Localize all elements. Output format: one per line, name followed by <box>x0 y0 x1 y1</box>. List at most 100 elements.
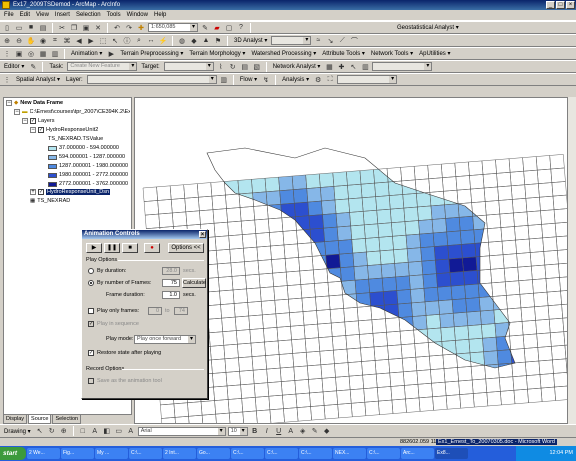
toc-layers-group[interactable]: − ✓ Layers <box>22 118 55 124</box>
legend-item[interactable]: 594.000001 - 1287.000000 <box>48 154 125 160</box>
stop-button[interactable]: ■ <box>122 243 138 253</box>
histogram-icon[interactable]: ▥ <box>219 75 229 85</box>
menu-help[interactable]: Help <box>154 12 166 18</box>
editor-menu[interactable]: Editor ▾ <box>2 63 26 70</box>
drawing-menu[interactable]: Drawing ▾ <box>2 428 33 435</box>
geostatistical-analyst-menu[interactable]: Geostatistical Analyst ▾ <box>395 24 461 31</box>
select-arrow-icon[interactable]: ↖ <box>35 426 45 436</box>
font-color-icon[interactable]: A <box>126 426 136 436</box>
italic-button[interactable]: I <box>262 426 272 436</box>
sketch-tool-icon[interactable]: ✎ <box>28 62 38 72</box>
attributes-icon[interactable]: ▤ <box>240 62 250 72</box>
table-icon[interactable]: ▦ <box>38 49 48 59</box>
task-combo[interactable]: Create New Feature <box>67 62 138 71</box>
underline-button[interactable]: U <box>274 426 284 436</box>
selected-layer-checkbox[interactable]: ✓ <box>38 189 44 195</box>
scene-icon[interactable]: ▲ <box>201 36 211 46</box>
bold-button[interactable]: B <box>250 426 260 436</box>
flow-menu[interactable]: Flow ▾ <box>238 76 259 83</box>
analysis-icon-2[interactable]: ⛶ <box>325 75 335 85</box>
taskbar-button[interactable]: 2 Int... <box>163 448 196 459</box>
tab-selection[interactable]: Selection <box>52 415 82 424</box>
tab-display[interactable]: Display <box>3 415 28 424</box>
animation-controls-icon[interactable]: ▶ <box>106 49 116 59</box>
font-combo[interactable]: Arial <box>137 426 226 436</box>
restore-state-checkbox[interactable]: ✓ <box>88 350 94 356</box>
create-location-icon[interactable]: ✚ <box>336 62 346 72</box>
taskbar-button[interactable]: C:\... <box>299 448 332 459</box>
analysis-menu[interactable]: Analysis ▾ <box>280 76 311 83</box>
menu-tools[interactable]: Tools <box>107 12 121 18</box>
rotate-element-icon[interactable]: ↻ <box>47 426 57 436</box>
animation-menu[interactable]: Animation ▾ <box>69 50 104 57</box>
menu-edit[interactable]: Edit <box>20 12 30 18</box>
full-extent-icon[interactable]: ◉ <box>38 36 48 46</box>
layer-icon[interactable]: ◆ <box>189 36 199 46</box>
toc-raster-layer[interactable]: − ✓ HydroResponseUnit2 <box>30 127 98 133</box>
arctoolbox-icon[interactable]: ▰ <box>212 23 222 33</box>
taskbar-button[interactable]: C:\... <box>129 448 162 459</box>
contour-icon[interactable]: ≈ <box>313 36 323 46</box>
3d-analyst-menu[interactable]: 3D Analyst ▾ <box>232 37 269 44</box>
toc-data-frame[interactable]: − ◆ New Data Frame <box>6 100 63 106</box>
record-button[interactable]: ● <box>144 243 160 253</box>
redo-icon[interactable]: ↷ <box>124 23 134 33</box>
target-combo[interactable] <box>163 62 214 71</box>
taskbar-button[interactable]: C:\... <box>231 448 264 459</box>
watershed-processing-menu[interactable]: Watershed Processing ▾ <box>249 50 318 57</box>
flag-icon[interactable]: ⚑ <box>213 36 223 46</box>
play-only-checkbox[interactable] <box>88 308 94 314</box>
taskbar-button[interactable]: Go... <box>197 448 230 459</box>
taskbar-button[interactable]: My ... <box>95 448 128 459</box>
minimize-button[interactable]: _ <box>546 1 555 9</box>
network-layer-combo[interactable] <box>372 62 433 71</box>
fixed-zoom-in-icon[interactable]: ⌗ <box>50 36 60 46</box>
font-size-combo[interactable]: 10 <box>227 426 248 436</box>
cut-icon[interactable]: ✂ <box>57 23 67 33</box>
rotate-icon[interactable]: ↻ <box>228 62 238 72</box>
loop-checkbox[interactable]: ✓ <box>88 321 94 327</box>
split-icon[interactable]: ⌇ <box>216 62 226 72</box>
terrain-preprocessing-menu[interactable]: Terrain Preprocessing ▾ <box>118 50 185 57</box>
network-window-icon[interactable]: ▦ <box>324 62 334 72</box>
tab-source[interactable]: Source <box>28 415 52 424</box>
solve-icon[interactable]: ▥ <box>360 62 370 72</box>
toc-selected-layer[interactable]: + ✓ HydroResponseUnit_Dsn <box>30 189 111 195</box>
taskbar-button[interactable]: Ex8... <box>435 448 468 459</box>
fixed-zoom-out-icon[interactable]: ⌘ <box>62 36 72 46</box>
globe-icon[interactable]: ◍ <box>177 36 187 46</box>
forward-icon[interactable]: ▶ <box>86 36 96 46</box>
find-icon[interactable]: ⌕ <box>134 36 144 46</box>
play-only-from-field[interactable]: 0 <box>148 307 162 315</box>
profile-icon[interactable]: ⌒ <box>349 36 359 46</box>
help-icon[interactable]: ? <box>236 23 246 33</box>
legend-item[interactable]: 2772.000001 - 3762.000000 <box>48 181 128 187</box>
start-button[interactable]: start <box>0 447 26 460</box>
font-color-swatch-icon[interactable]: A <box>286 426 296 436</box>
toc-table[interactable]: ▦ TS_NEXRAD <box>30 198 70 204</box>
options-button[interactable]: Options << <box>168 243 204 253</box>
scale-combo[interactable]: 1:650,085 <box>148 23 198 32</box>
command-line-icon[interactable]: ▢ <box>224 23 234 33</box>
play-button[interactable]: ▶ <box>86 243 102 253</box>
play-only-to-field[interactable]: 74 <box>174 307 188 315</box>
frame-duration-field[interactable]: 1.0 <box>162 291 180 299</box>
pan-icon[interactable]: ✋ <box>26 36 36 46</box>
hyperlink-icon[interactable]: ⚡ <box>158 36 168 46</box>
network-analyst-menu[interactable]: Network Analyst ▾ <box>271 63 323 70</box>
analysis-layer-combo[interactable] <box>337 75 398 84</box>
play-mode-select[interactable]: Play once forward <box>134 335 196 344</box>
select-elements-icon[interactable]: ↖ <box>110 36 120 46</box>
select-location-icon[interactable]: ↖ <box>348 62 358 72</box>
aputilities-menu[interactable]: ApUtilities ▾ <box>417 50 452 57</box>
open-icon[interactable]: ▭ <box>14 23 24 33</box>
marker-swatch-icon[interactable]: ◆ <box>322 426 332 436</box>
sketch-properties-icon[interactable]: ▧ <box>252 62 262 72</box>
maximize-button[interactable]: □ <box>556 1 565 9</box>
legend-item[interactable]: 37.000000 - 594.000000 <box>48 145 119 151</box>
taskbar-button[interactable]: 2 We... <box>27 448 60 459</box>
line-swatch-icon[interactable]: ✎ <box>310 426 320 436</box>
taskbar-button[interactable]: Arc... <box>401 448 434 459</box>
fill-swatch-icon[interactable]: ◈ <box>298 426 308 436</box>
lock-icon[interactable]: ▣ <box>14 49 24 59</box>
